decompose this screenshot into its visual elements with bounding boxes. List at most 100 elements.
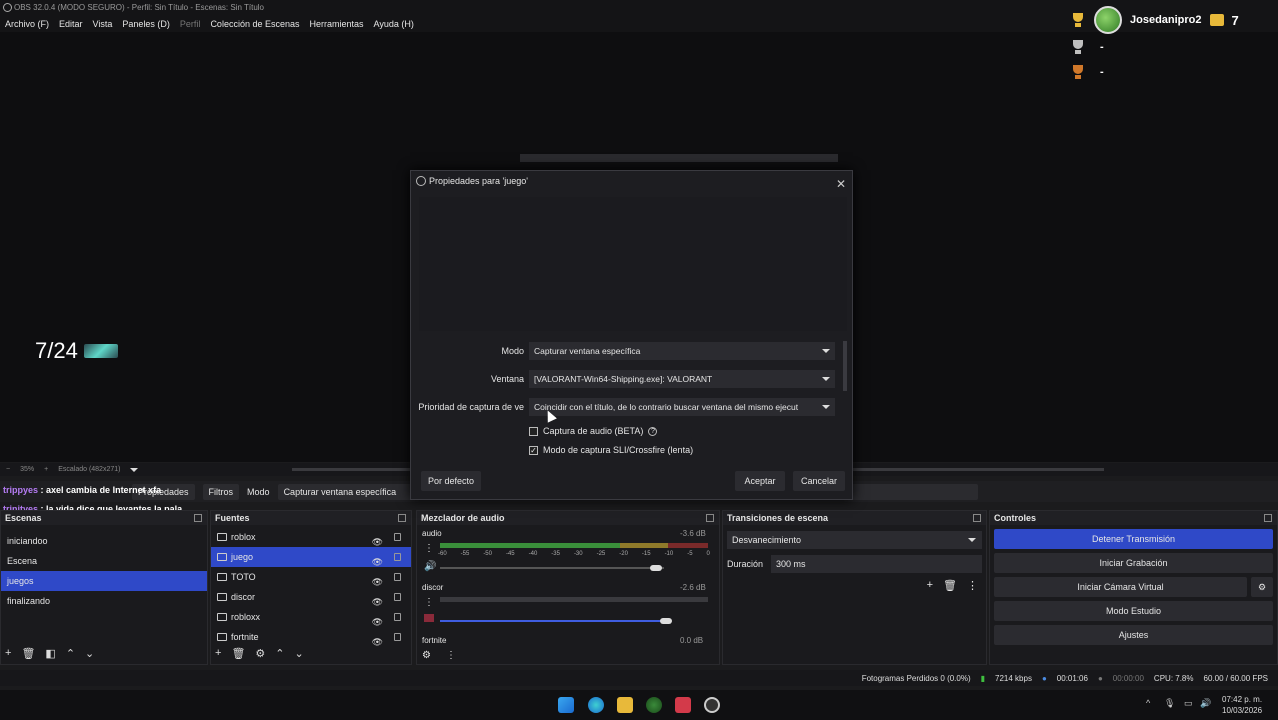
- sli-mode-checkbox[interactable]: ✓ Modo de captura SLI/Crossfire (lenta): [529, 443, 829, 457]
- undock-icon[interactable]: [1264, 514, 1272, 522]
- volume-slider-knob[interactable]: [660, 618, 672, 624]
- start-recording-button[interactable]: Iniciar Grabación: [994, 553, 1273, 573]
- lock-icon[interactable]: [394, 593, 401, 601]
- scene-item[interactable]: iniciandoo: [1, 531, 207, 551]
- priority-select[interactable]: Coincidir con el título, de lo contrario…: [529, 398, 835, 416]
- menu-editar[interactable]: Editar: [59, 19, 83, 29]
- scene-item[interactable]: Escena: [1, 551, 207, 571]
- taskbar-time: 07:42 p. m.: [1222, 695, 1263, 704]
- add-source-icon[interactable]: +: [215, 647, 221, 660]
- accept-button[interactable]: Aceptar: [735, 471, 785, 491]
- help-icon[interactable]: ?: [648, 426, 658, 436]
- checkbox-unchecked[interactable]: [529, 426, 538, 436]
- move-down-icon[interactable]: ⌄: [85, 647, 94, 660]
- muted-speaker-icon[interactable]: [424, 614, 434, 622]
- scale-label[interactable]: Escalado (482x271): [58, 466, 120, 473]
- mixer-settings-icon[interactable]: ⚙: [422, 650, 431, 661]
- remove-transition-icon[interactable]: 🗑: [943, 579, 957, 592]
- window-select[interactable]: [VALORANT-Win64-Shipping.exe]: VALORANT: [529, 370, 835, 388]
- leaderboard-rank2: -: [1100, 41, 1104, 53]
- speaker-icon[interactable]: 🔊: [424, 561, 436, 572]
- volume-icon[interactable]: 🔊: [1200, 698, 1211, 709]
- undock-icon[interactable]: [706, 514, 714, 522]
- bitrate: 7214 kbps: [995, 673, 1032, 683]
- menu-paneles[interactable]: Paneles (D): [122, 19, 170, 29]
- zoom-out-button[interactable]: −: [6, 466, 10, 473]
- scene-item[interactable]: finalizando: [1, 591, 207, 611]
- network-icon[interactable]: ▭: [1184, 698, 1193, 709]
- remove-scene-icon[interactable]: 🗑: [21, 647, 35, 660]
- source-label: roblox: [231, 532, 256, 542]
- defaults-button[interactable]: Por defecto: [421, 471, 481, 491]
- remove-source-icon[interactable]: 🗑: [231, 647, 245, 660]
- checkbox-checked[interactable]: ✓: [529, 445, 538, 455]
- volume-slider-discor[interactable]: [440, 620, 670, 622]
- move-up-icon[interactable]: ⌃: [66, 647, 75, 660]
- sources-dock: Fuentes roblox 👁 juego 👁 TOTO 👁 discor 👁 rob…: [210, 510, 412, 665]
- taskbar-clock[interactable]: 07:42 p. m. 10/03/2026: [1222, 694, 1262, 716]
- source-item[interactable]: fortnite 👁: [211, 627, 411, 647]
- visibility-icon[interactable]: 👁: [372, 632, 383, 652]
- mixer-title: Mezclador de audio: [421, 513, 505, 523]
- add-transition-icon[interactable]: +: [927, 579, 933, 592]
- move-down-icon[interactable]: ⌄: [295, 647, 304, 660]
- lock-icon[interactable]: [394, 553, 401, 561]
- channel-menu-icon[interactable]: ⋮: [424, 597, 434, 608]
- duration-input[interactable]: 300 ms: [771, 555, 982, 573]
- close-icon[interactable]: ✕: [836, 174, 846, 194]
- undock-icon[interactable]: [194, 514, 202, 522]
- mixer-menu-icon[interactable]: ⋮: [446, 650, 456, 661]
- menu-herramientas[interactable]: Herramientas: [310, 19, 364, 29]
- menu-archivo[interactable]: Archivo (F): [5, 19, 49, 29]
- audio-capture-checkbox[interactable]: Captura de audio (BETA) ?: [529, 424, 829, 438]
- lock-icon[interactable]: [394, 573, 401, 581]
- mode-select[interactable]: Capturar ventana específica: [529, 342, 835, 360]
- obs-taskbar-icon[interactable]: [704, 697, 720, 713]
- windows-start-icon[interactable]: [558, 697, 574, 713]
- source-label: robloxx: [231, 612, 261, 622]
- channel-menu-icon[interactable]: ⋮: [424, 543, 434, 554]
- zoom-in-button[interactable]: +: [44, 466, 48, 473]
- lock-icon[interactable]: [394, 533, 401, 541]
- menu-vista[interactable]: Vista: [93, 19, 113, 29]
- source-item-selected[interactable]: juego 👁: [211, 547, 411, 567]
- move-up-icon[interactable]: ⌃: [275, 647, 284, 660]
- volume-slider-knob[interactable]: [650, 565, 662, 571]
- add-scene-icon[interactable]: +: [5, 647, 11, 660]
- transition-menu-icon[interactable]: ⋮: [967, 579, 978, 592]
- menu-ayuda[interactable]: Ayuda (H): [374, 19, 414, 29]
- source-item[interactable]: discor 👁: [211, 587, 411, 607]
- lock-icon[interactable]: [394, 613, 401, 621]
- tray-expand-icon[interactable]: ^: [1146, 698, 1150, 708]
- filters-button[interactable]: Filtros: [202, 483, 240, 500]
- filter-scene-icon[interactable]: ◧: [45, 647, 55, 660]
- xbox-app-icon[interactable]: [646, 697, 662, 713]
- cancel-button[interactable]: Cancelar: [793, 471, 845, 491]
- source-item[interactable]: TOTO 👁: [211, 567, 411, 587]
- scale-dropdown-icon[interactable]: [130, 467, 139, 472]
- scene-item-selected[interactable]: juegos: [1, 571, 207, 591]
- start-virtual-camera-button[interactable]: Iniciar Cámara Virtual: [994, 577, 1247, 597]
- transition-select[interactable]: Desvanecimiento: [727, 531, 982, 549]
- gear-icon[interactable]: ⚙: [255, 647, 265, 660]
- channel-db: -2.6 dB: [680, 583, 706, 592]
- valorant-icon[interactable]: [675, 697, 691, 713]
- source-item[interactable]: robloxx 👁: [211, 607, 411, 627]
- source-item[interactable]: roblox 👁: [211, 527, 411, 547]
- volume-slider-audio[interactable]: [440, 567, 664, 569]
- undock-icon[interactable]: [973, 514, 981, 522]
- menu-perfil[interactable]: Perfil: [180, 19, 201, 29]
- scenes-title: Escenas: [5, 513, 42, 523]
- virtual-camera-settings-icon[interactable]: ⚙: [1251, 577, 1273, 597]
- edge-browser-icon[interactable]: [588, 697, 604, 713]
- microphone-icon[interactable]: 🎙: [1164, 698, 1175, 709]
- lock-icon[interactable]: [394, 633, 401, 641]
- studio-mode-button[interactable]: Modo Estudio: [994, 601, 1273, 621]
- undock-icon[interactable]: [398, 514, 406, 522]
- stop-streaming-button[interactable]: Detener Transmisión: [994, 529, 1273, 549]
- file-explorer-icon[interactable]: [617, 697, 633, 713]
- menu-coleccion-escenas[interactable]: Colección de Escenas: [210, 19, 299, 29]
- counter-text: 7/24: [35, 338, 78, 363]
- settings-button[interactable]: Ajustes: [994, 625, 1273, 645]
- dialog-title: Propiedades para 'juego': [429, 176, 529, 186]
